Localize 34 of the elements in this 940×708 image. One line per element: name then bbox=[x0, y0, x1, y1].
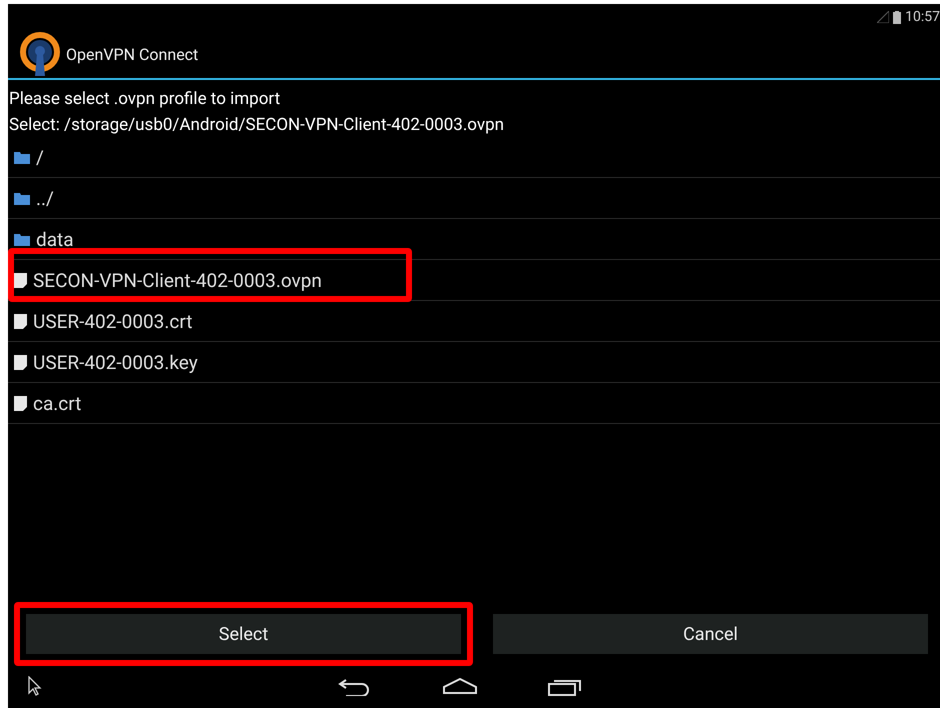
signal-icon bbox=[877, 11, 890, 23]
back-icon[interactable] bbox=[338, 678, 372, 696]
dialog-button[interactable]: Cancel bbox=[493, 614, 928, 654]
document-icon bbox=[14, 314, 27, 328]
file-name: SECON-VPN-Client-402-0003.ovpn bbox=[33, 268, 322, 292]
dialog-button[interactable]: Select bbox=[26, 614, 461, 654]
app-title: OpenVPN Connect bbox=[66, 44, 198, 64]
home-icon[interactable] bbox=[442, 678, 478, 694]
folder-icon bbox=[14, 192, 30, 204]
recent-apps-icon[interactable] bbox=[548, 678, 582, 696]
file-list-item[interactable]: ../ bbox=[8, 178, 940, 219]
selected-path: Select: /storage/usb0/Android/SECON-VPN-Client-402-0003.ovpn bbox=[8, 114, 506, 137]
folder-icon bbox=[14, 232, 30, 246]
file-list-item[interactable]: USER-402-0003.crt bbox=[8, 301, 940, 342]
file-list-item[interactable]: SECON-VPN-Client-402-0003.ovpn bbox=[8, 260, 940, 301]
document-icon bbox=[14, 272, 27, 288]
file-name: data bbox=[36, 228, 74, 250]
document-icon bbox=[14, 396, 27, 410]
file-name: ca.crt bbox=[33, 392, 82, 414]
folder-icon bbox=[14, 150, 30, 164]
file-name: USER-402-0003.key bbox=[33, 350, 198, 374]
pointer-icon bbox=[28, 676, 42, 696]
file-list-item[interactable]: USER-402-0003.key bbox=[8, 342, 940, 383]
file-list-item[interactable]: data bbox=[8, 219, 940, 260]
clock-time: 10:57 bbox=[905, 9, 940, 25]
prompt-text: Please select .ovpn profile to import bbox=[8, 88, 282, 111]
file-list-item[interactable]: ca.crt bbox=[8, 383, 940, 424]
file-name: USER-402-0003.crt bbox=[33, 310, 192, 332]
file-name: / bbox=[36, 146, 44, 168]
battery-icon bbox=[893, 10, 902, 24]
document-icon bbox=[14, 354, 27, 370]
app-logo-icon bbox=[20, 32, 60, 76]
file-list-item[interactable]: / bbox=[8, 137, 940, 178]
file-name: ../ bbox=[36, 186, 54, 210]
